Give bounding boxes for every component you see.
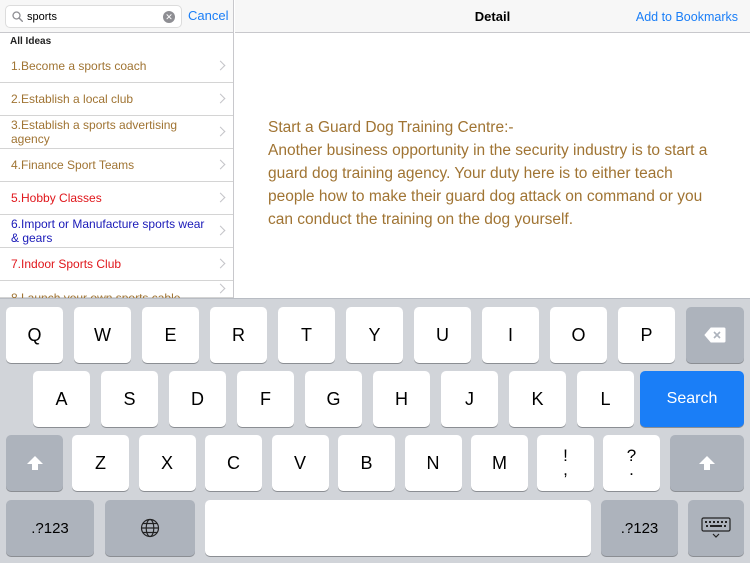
list-item[interactable]: 3.Establish a sports advertising agency	[0, 116, 233, 149]
dismiss-keyboard-key[interactable]	[688, 500, 744, 556]
globe-key[interactable]	[105, 500, 195, 556]
shift-left-key[interactable]	[6, 435, 63, 491]
list-item-label: 4.Finance Sport Teams	[11, 158, 135, 172]
list-item[interactable]: 7.Indoor Sports Club	[0, 248, 233, 281]
key-b[interactable]: B	[338, 435, 395, 491]
punctuation-label: !,	[563, 446, 568, 479]
search-input[interactable]	[27, 9, 157, 25]
key-u[interactable]: U	[414, 307, 471, 363]
on-screen-keyboard: Q W E R T Y U I O P A S D F G H J K L Search Z X C V B N M!,?. .?12…	[0, 298, 750, 563]
search-field[interactable]: ✕	[5, 5, 182, 28]
list-item[interactable]: 4.Finance Sport Teams	[0, 149, 233, 182]
list-item[interactable]: 2.Establish a local club	[0, 83, 233, 116]
key-f[interactable]: F	[237, 371, 294, 427]
punctuation-label: ?.	[626, 446, 637, 479]
list-item[interactable]: 5.Hobby Classes	[0, 182, 233, 215]
key-z[interactable]: Z	[72, 435, 129, 491]
idea-list-pane: ✕ Cancel All Ideas 1.Become a sports coa…	[0, 0, 234, 298]
list-item-label: 6.Import or Manufacture sports wear & ge…	[11, 217, 205, 245]
key-g[interactable]: G	[305, 371, 362, 427]
clear-icon[interactable]: ✕	[163, 11, 175, 23]
key-e[interactable]: E	[142, 307, 199, 363]
chevron-right-icon	[215, 283, 226, 294]
globe-icon	[140, 518, 160, 538]
key-c[interactable]: C	[205, 435, 262, 491]
key-m[interactable]: M	[471, 435, 528, 491]
key-o[interactable]: O	[550, 307, 607, 363]
key-l[interactable]: L	[577, 371, 634, 427]
key-s[interactable]: S	[101, 371, 158, 427]
key-k[interactable]: K	[509, 371, 566, 427]
key-v[interactable]: V	[271, 435, 329, 491]
list-item-label: 7.Indoor Sports Club	[11, 257, 122, 271]
cancel-button[interactable]: Cancel	[188, 8, 228, 23]
shift-right-key[interactable]	[670, 435, 744, 491]
list-item[interactable]: 8.Launch your own sports cable	[0, 281, 233, 298]
detail-content: Start a Guard Dog Training Centre:- Anot…	[268, 116, 708, 231]
add-to-bookmarks-button[interactable]: Add to Bookmarks	[636, 10, 738, 24]
list-item-label: 3.Establish a sports advertising agency	[11, 118, 178, 146]
chevron-right-icon	[215, 192, 226, 203]
key-w[interactable]: W	[74, 307, 131, 363]
search-bar: ✕ Cancel	[0, 0, 233, 33]
list-item[interactable]: 6.Import or Manufacture sports wear & ge…	[0, 215, 233, 248]
detail-body: Another business opportunity in the secu…	[268, 142, 708, 228]
list-section-header: All Ideas	[0, 34, 233, 50]
search-key[interactable]: Search	[640, 371, 744, 427]
key-i[interactable]: I	[482, 307, 539, 363]
chevron-right-icon	[215, 258, 226, 269]
detail-navbar: Detail Add to Bookmarks	[235, 0, 750, 33]
key-y[interactable]: Y	[346, 307, 403, 363]
chevron-right-icon	[215, 93, 226, 104]
key-x[interactable]: X	[138, 435, 196, 491]
delete-key[interactable]	[686, 307, 744, 363]
shift-icon	[699, 456, 715, 470]
key-q[interactable]: Q	[6, 307, 63, 363]
chevron-right-icon	[215, 225, 226, 236]
list-item-label: 8.Launch your own sports cable	[11, 291, 181, 298]
list-item-label: 2.Establish a local club	[11, 92, 134, 106]
space-key[interactable]	[205, 500, 591, 556]
key-d[interactable]: D	[169, 371, 226, 427]
detail-heading: Start a Guard Dog Training Centre:-	[268, 119, 514, 136]
list-item[interactable]: 1.Become a sports coach	[0, 50, 233, 83]
key-question-period[interactable]: ?.	[603, 435, 660, 491]
key-n[interactable]: N	[404, 435, 462, 491]
key-h[interactable]: H	[373, 371, 430, 427]
search-icon	[12, 11, 23, 22]
numbers-key-left[interactable]: .?123	[6, 500, 94, 556]
key-exclaim-comma[interactable]: !,	[537, 435, 594, 491]
chevron-right-icon	[215, 60, 226, 71]
list-item-label: 1.Become a sports coach	[11, 59, 147, 73]
key-a[interactable]: A	[33, 371, 90, 427]
backspace-icon	[704, 327, 726, 343]
key-t[interactable]: T	[278, 307, 335, 363]
chevron-right-icon	[215, 159, 226, 170]
shift-icon	[26, 456, 43, 470]
chevron-right-icon	[215, 126, 226, 137]
keyboard-dismiss-icon	[701, 517, 731, 538]
list-item-label: 5.Hobby Classes	[11, 191, 102, 205]
numbers-key-right[interactable]: .?123	[601, 500, 678, 556]
key-p[interactable]: P	[618, 307, 675, 363]
key-j[interactable]: J	[441, 371, 498, 427]
key-r[interactable]: R	[210, 307, 267, 363]
